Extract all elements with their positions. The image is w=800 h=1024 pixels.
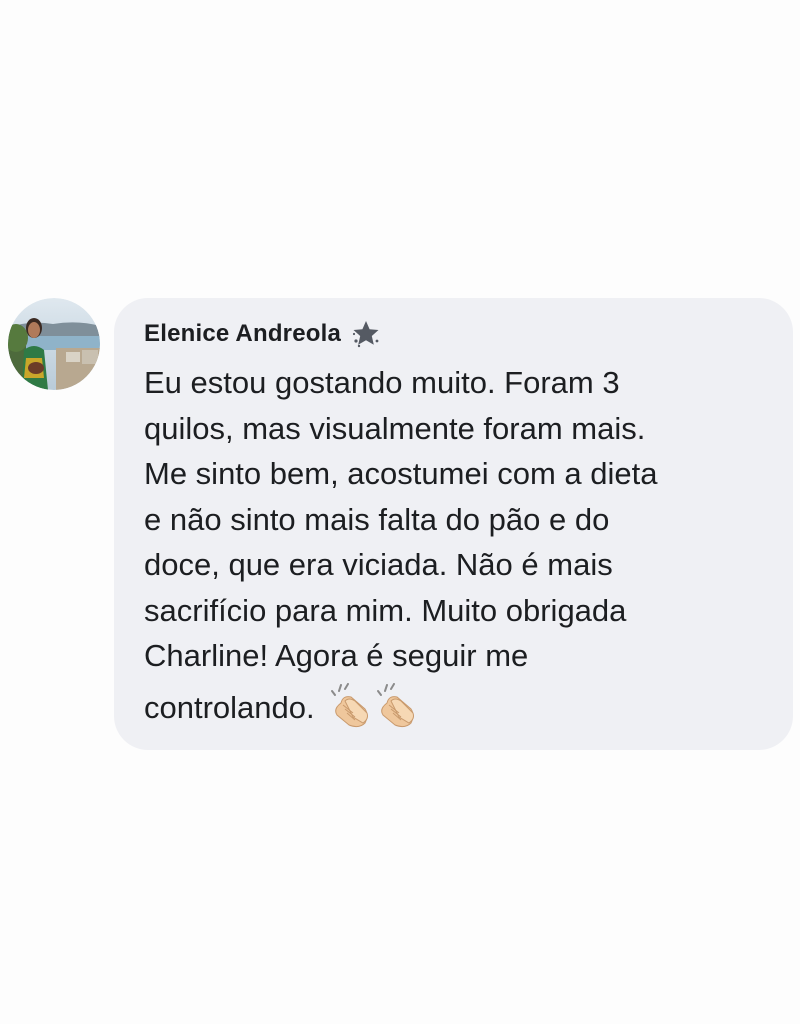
comment-last-line: controlando. (144, 679, 769, 731)
author-name[interactable]: Elenice Andreola (144, 320, 341, 348)
comment-line: controlando. (144, 690, 315, 725)
comment-text: Eu estou gostando muito. Foram 3 quilos,… (144, 360, 769, 731)
author-row: Elenice Andreola (144, 316, 773, 352)
clapping-hands-icon (376, 682, 414, 727)
comment-line: Charline! Agora é seguir me (144, 638, 529, 673)
comment-line: Me sinto bem, acostumei com a dieta (144, 456, 658, 491)
emoji-group (330, 682, 423, 729)
comment-line: doce, que era viciada. Não é mais (144, 547, 613, 582)
comment: Elenice Andreola Eu estou gostando muito… (0, 0, 800, 1024)
profile-avatar[interactable] (8, 298, 100, 390)
comment-line: quilos, mas visualmente foram mais. (144, 410, 646, 446)
comment-line: sacrifício para mim. Muito obrigada (144, 592, 627, 628)
comment-bubble: Elenice Andreola Eu estou gostando muito… (114, 298, 793, 750)
clapping-hands-icon (330, 682, 368, 727)
star-badge-icon (352, 321, 379, 348)
comment-line: Eu estou gostando muito. Foram 3 (144, 365, 620, 400)
comment-line: e não sinto mais falta do pão e do (144, 501, 610, 537)
